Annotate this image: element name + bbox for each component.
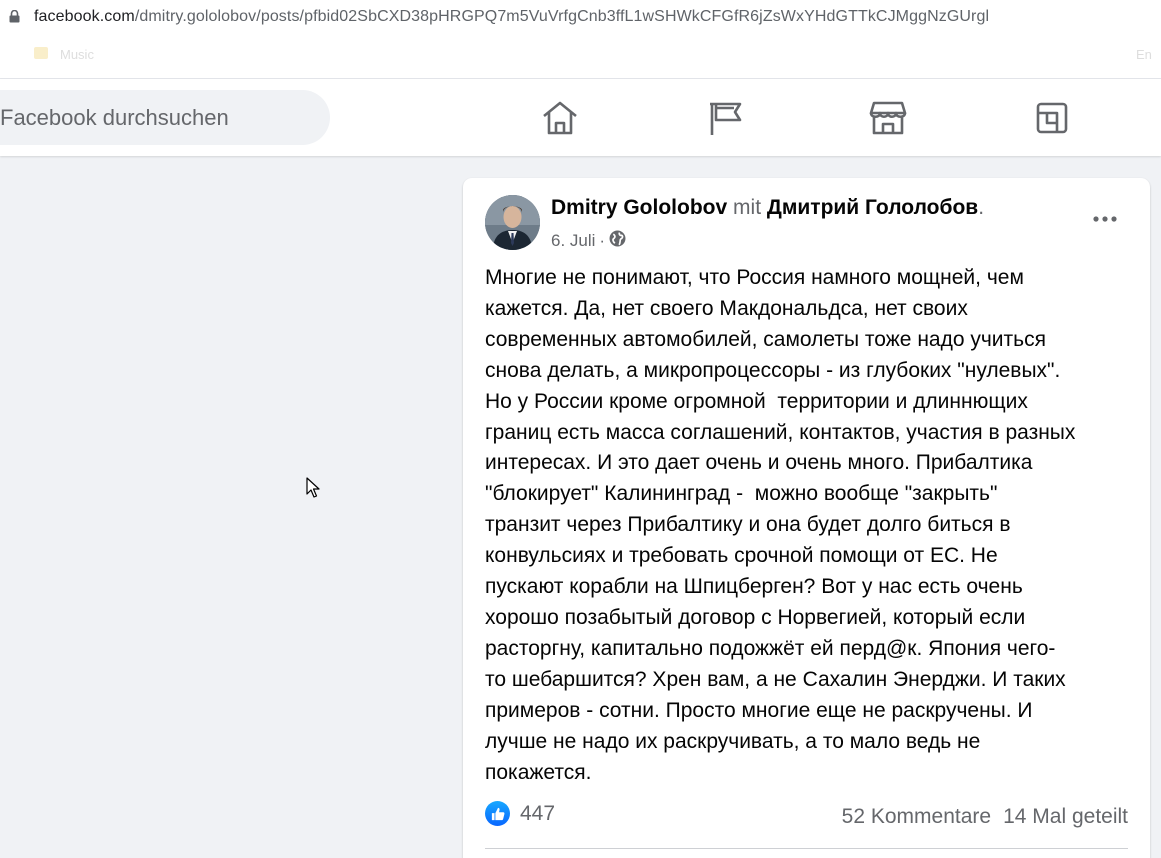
url-domain: facebook.com (34, 7, 135, 25)
tagged-suffix: . (978, 196, 985, 219)
comments-count[interactable]: 52 Kommentare (842, 805, 991, 829)
bookmark-music[interactable]: Music (60, 47, 94, 62)
post-text: Многие не понимают, что Россия намного м… (485, 266, 1076, 784)
post-author-line: Dmitry Gololobov mit Дмитрий Гололобов. (551, 196, 984, 220)
bookmark-en[interactable]: En (1136, 47, 1152, 62)
marketplace-icon[interactable] (866, 96, 910, 140)
post-card: Dmitry Gololobov mit Дмитрий Гололобов. … (463, 178, 1150, 858)
facebook-top-bar (0, 79, 1161, 156)
divider (485, 848, 1128, 849)
tagged-person[interactable]: Дмитрий Гололобов (767, 196, 978, 219)
search-input[interactable] (0, 104, 320, 131)
url-path: /dmitry.gololobov/posts/pfbid02SbCXD38pH… (134, 7, 990, 25)
post-meta: 6. Juli · (551, 230, 626, 252)
search-box[interactable] (0, 90, 330, 145)
post-stats: 52 Kommentare 14 Mal geteilt (842, 805, 1128, 829)
folder-icon (34, 47, 48, 59)
url-text[interactable]: facebook.com/dmitry.gololobov/posts/pfbi… (34, 8, 989, 26)
browser-address-bar[interactable]: facebook.com/dmitry.gololobov/posts/pfbi… (0, 0, 1161, 33)
post-options-button[interactable] (1087, 201, 1123, 237)
author-name[interactable]: Dmitry Gololobov (551, 196, 727, 219)
reaction-count: 447 (520, 801, 556, 825)
lock-icon (8, 10, 20, 24)
flag-icon[interactable] (703, 96, 747, 140)
mouse-cursor-icon (306, 477, 320, 499)
shares-count[interactable]: 14 Mal geteilt (1003, 805, 1128, 829)
author-avatar[interactable] (485, 195, 540, 250)
with-word: mit (733, 196, 762, 219)
gaming-icon[interactable] (1030, 96, 1074, 140)
bookmarks-bar: Music En (0, 33, 1161, 79)
post-date[interactable]: 6. Juli (551, 231, 595, 251)
meta-separator: · (599, 231, 606, 250)
reactions-summary[interactable]: 447 (485, 801, 555, 826)
home-icon[interactable] (538, 96, 582, 140)
globe-icon[interactable] (609, 230, 626, 252)
like-reaction-icon (485, 801, 510, 826)
